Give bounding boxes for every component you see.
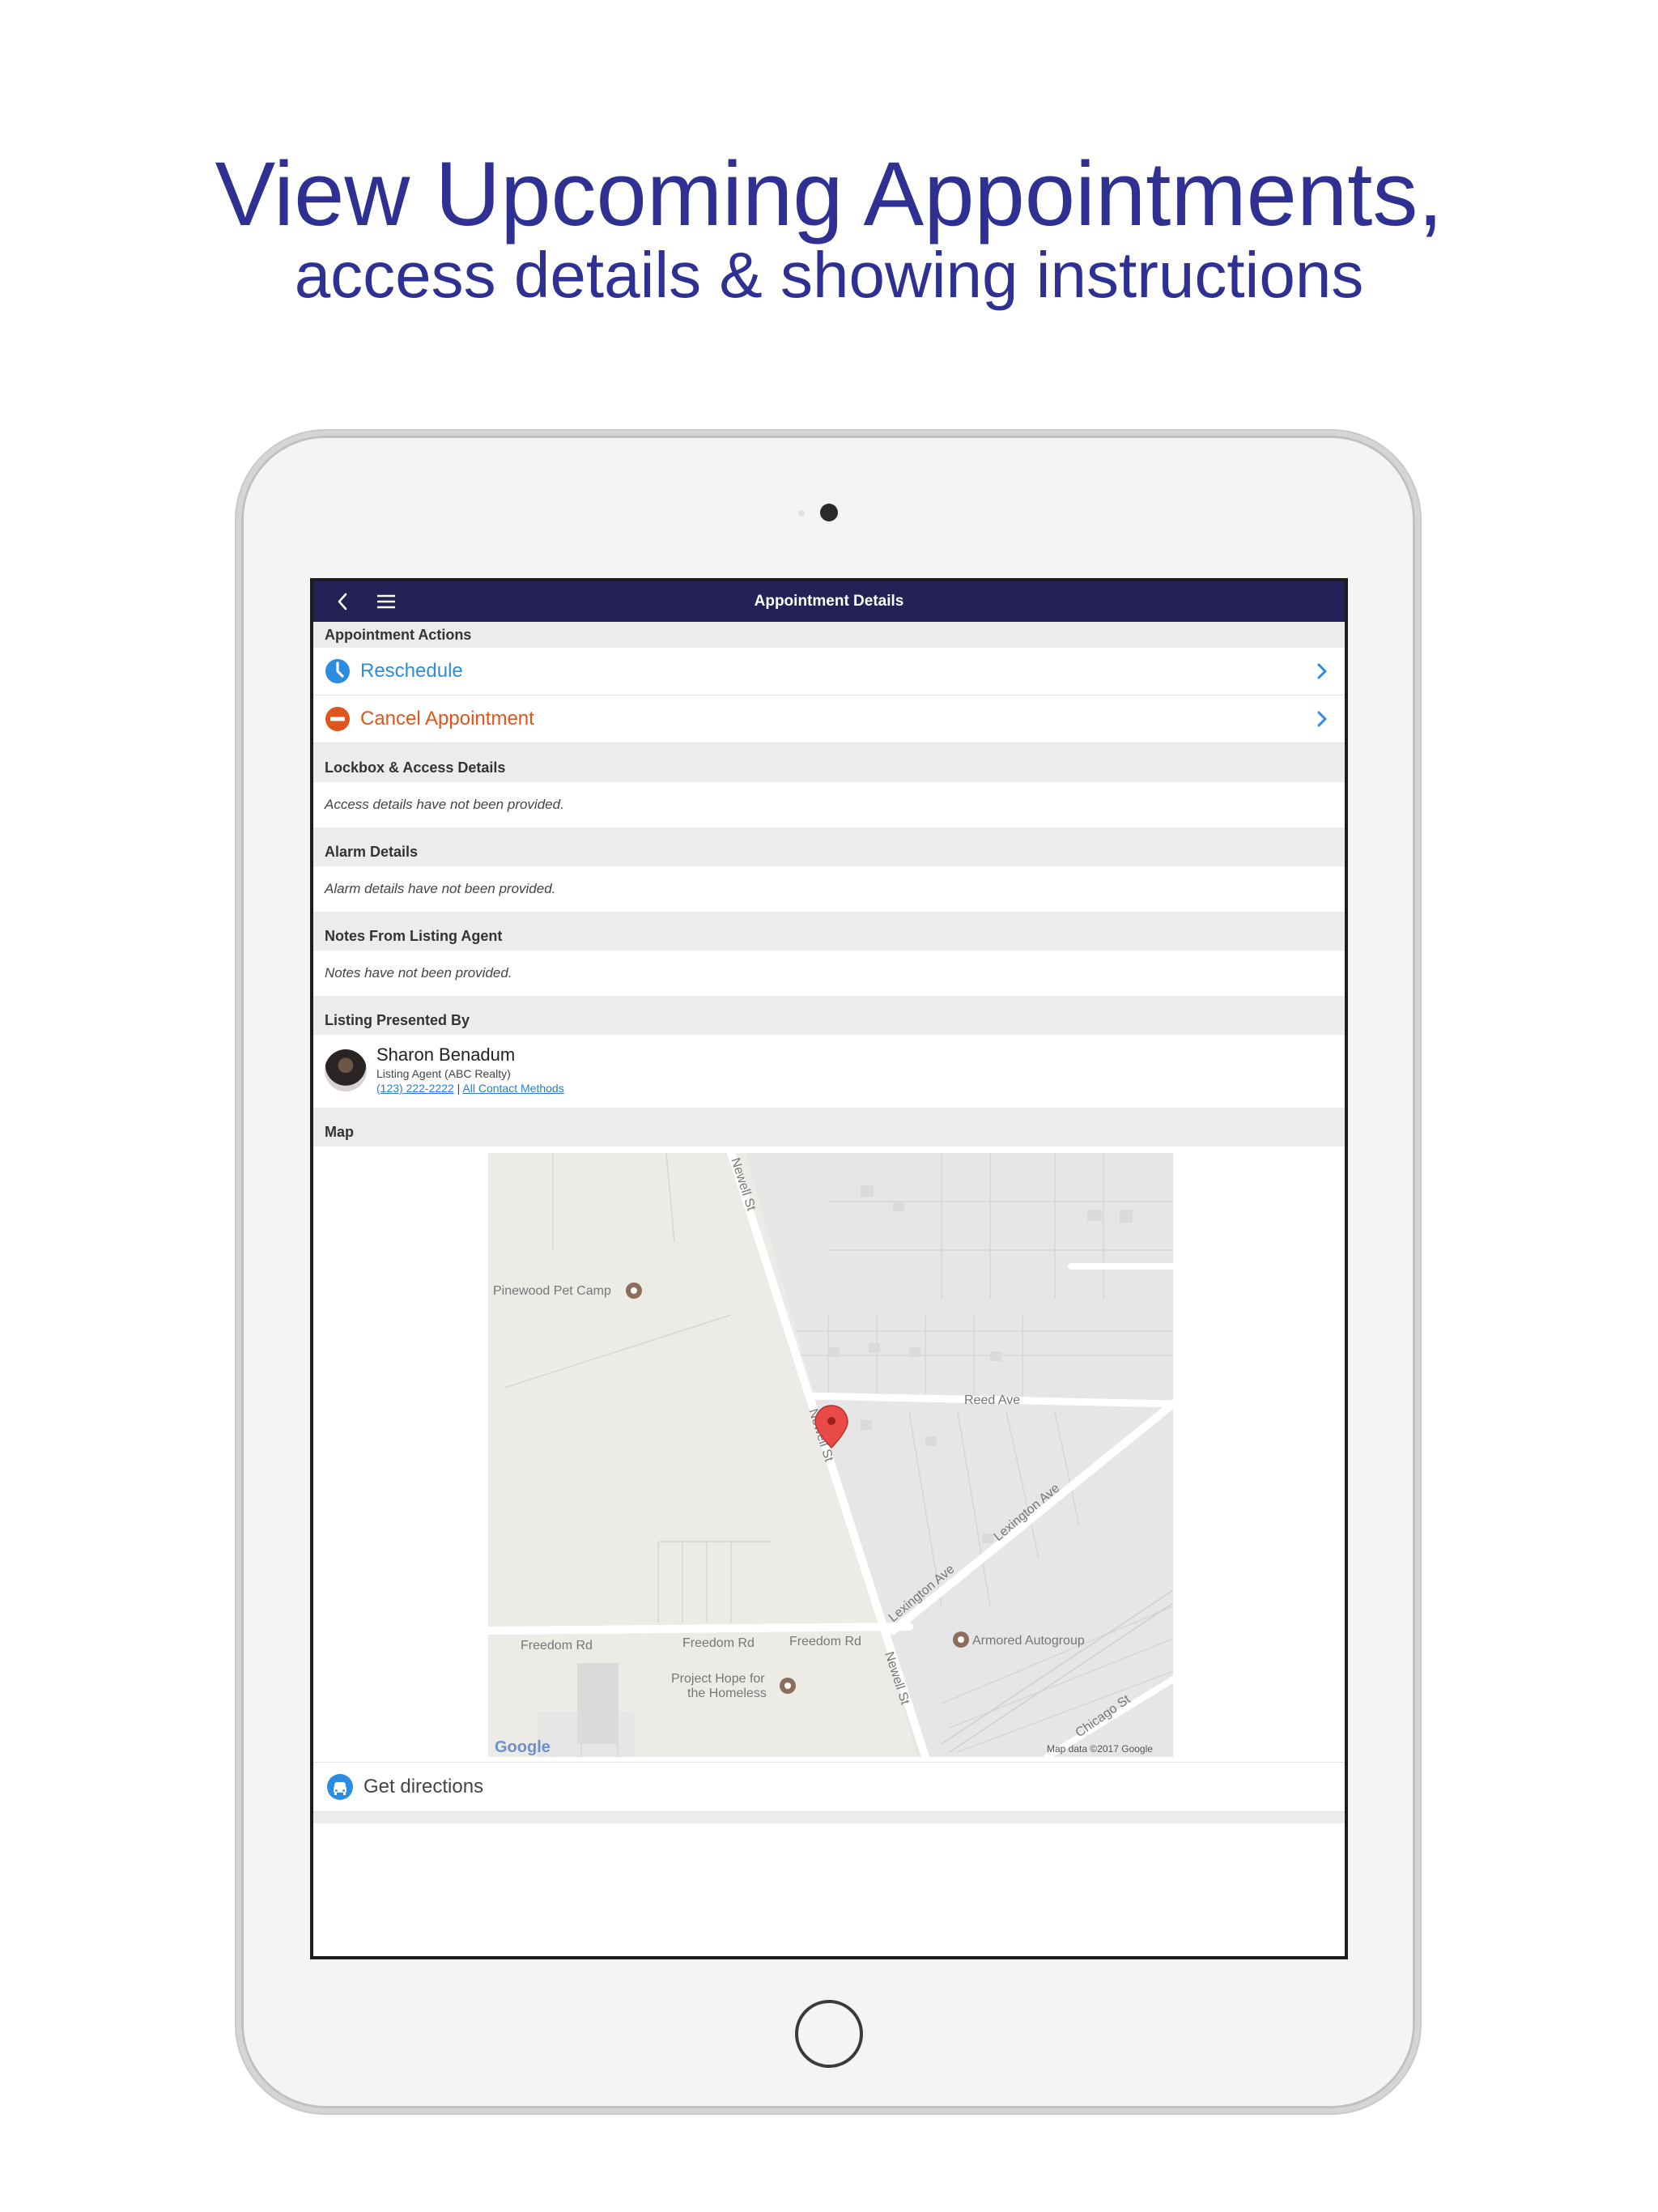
reschedule-label: Reschedule <box>360 660 463 682</box>
listing-agent-card: Sharon Benadum Listing Agent (ABC Realty… <box>313 1035 1345 1108</box>
sensor-dot <box>798 510 805 517</box>
section-header-appointment-actions: Appointment Actions <box>313 622 1345 648</box>
map-label-armored: Armored Autogroup <box>972 1634 1085 1648</box>
poi-marker-icon <box>626 1283 642 1299</box>
front-camera <box>820 504 838 521</box>
lockbox-empty-text: Access details have not been provided. <box>313 782 1345 827</box>
headline-subtitle: access details & showing instructions <box>294 239 1364 311</box>
home-button[interactable] <box>795 2000 863 2068</box>
poi-marker-icon <box>780 1678 796 1694</box>
agent-phone-link[interactable]: (123) 222-2222 <box>376 1082 454 1095</box>
headline-title: View Upcoming Appointments, <box>215 143 1443 245</box>
page-title: Appointment Details <box>754 593 904 610</box>
map-view[interactable]: Pinewood Pet Camp Reed Ave Newell St New… <box>488 1153 1173 1757</box>
google-logo: Google <box>495 1738 551 1756</box>
section-header-notes: Notes From Listing Agent <box>313 912 1345 951</box>
notes-empty-text: Notes have not been provided. <box>313 951 1345 996</box>
map-label-project-hope-1: Project Hope for <box>671 1672 765 1686</box>
map-label-pet-camp: Pinewood Pet Camp <box>493 1284 611 1298</box>
map-label-reed-ave: Reed Ave <box>964 1393 1020 1407</box>
no-entry-icon <box>325 707 350 731</box>
car-icon <box>327 1774 353 1800</box>
agent-role: Listing Agent (ABC Realty) <box>376 1067 511 1080</box>
poi-marker-icon <box>953 1631 969 1648</box>
contact-separator: | <box>457 1082 461 1095</box>
agent-name: Sharon Benadum <box>376 1044 516 1065</box>
section-header-listing: Listing Presented By <box>313 996 1345 1035</box>
avatar <box>325 1049 367 1091</box>
cancel-appointment-label: Cancel Appointment <box>360 708 534 730</box>
map-attribution: Map data ©2017 Google <box>1047 1743 1153 1755</box>
top-bar: Appointment Details <box>313 581 1345 622</box>
all-contact-methods-link[interactable]: All Contact Methods <box>462 1082 563 1095</box>
section-header-lockbox: Lockbox & Access Details <box>313 743 1345 782</box>
section-header-map: Map <box>313 1108 1345 1146</box>
reschedule-button[interactable]: Reschedule <box>313 648 1345 696</box>
chevron-right-icon <box>1317 663 1327 679</box>
alarm-empty-text: Alarm details have not been provided. <box>313 866 1345 912</box>
map-label-project-hope-2: the Homeless <box>687 1687 767 1700</box>
chevron-right-icon <box>1317 711 1327 727</box>
map-section: Pinewood Pet Camp Reed Ave Newell St New… <box>313 1146 1345 1762</box>
section-header-alarm: Alarm Details <box>313 827 1345 866</box>
map-label-freedom-3: Freedom Rd <box>789 1635 861 1648</box>
cancel-appointment-button[interactable]: Cancel Appointment <box>313 696 1345 743</box>
agent-contact: (123) 222-2222 | All Contact Methods <box>376 1082 564 1095</box>
app-screen: Appointment Details Appointment Actions … <box>310 578 1348 1959</box>
get-directions-label: Get directions <box>363 1776 484 1797</box>
clock-icon <box>325 659 350 683</box>
section-divider <box>313 1812 1345 1823</box>
get-directions-button[interactable]: Get directions <box>313 1762 1345 1812</box>
map-label-freedom-1: Freedom Rd <box>521 1639 593 1653</box>
map-label-freedom-2: Freedom Rd <box>682 1636 755 1650</box>
